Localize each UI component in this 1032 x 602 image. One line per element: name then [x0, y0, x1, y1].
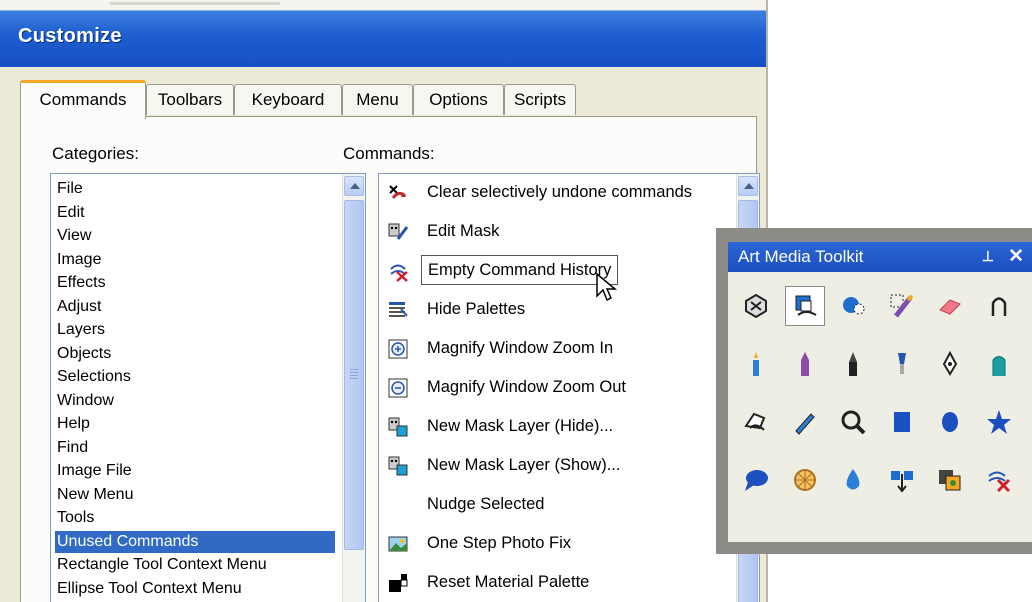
command-label: Edit Mask — [427, 222, 500, 240]
categories-label: Categories: — [52, 144, 139, 163]
tab-scripts[interactable]: Scripts — [504, 84, 576, 115]
color-fill-icon[interactable] — [833, 286, 873, 326]
pin-icon[interactable]: ⊥ — [982, 248, 994, 265]
picture-icon[interactable] — [930, 460, 970, 500]
command-item[interactable]: Magnify Window Zoom Out — [379, 371, 731, 403]
brush-icon[interactable] — [882, 344, 922, 384]
command-label: New Mask Layer (Show)... — [427, 456, 621, 474]
mouse-pointer-icon — [596, 272, 618, 302]
art-media-toolkit-palette: Art Media Toolkit ⊥ ✕ — [716, 228, 1032, 554]
rectangle-icon[interactable] — [882, 402, 922, 442]
hide-palettes-icon — [387, 299, 409, 321]
command-item[interactable]: Magnify Window Zoom In — [379, 332, 731, 364]
photo-fix-icon — [387, 533, 409, 555]
pen-nib-icon[interactable] — [930, 344, 970, 384]
command-item[interactable]: New Mask Layer (Show)... — [379, 449, 731, 481]
command-item[interactable]: Hide Palettes — [379, 293, 731, 325]
tab-toolbars[interactable]: Toolbars — [146, 84, 234, 115]
mixer-icon[interactable] — [784, 286, 825, 326]
category-item[interactable]: Objects — [55, 343, 335, 365]
marker-icon[interactable] — [979, 344, 1019, 384]
command-item[interactable]: Reset Material Palette — [379, 566, 731, 598]
dialog-title: Customize — [18, 25, 122, 47]
category-item[interactable]: Selections — [55, 366, 335, 388]
mask-layer-hide-icon — [387, 416, 409, 438]
category-item[interactable]: Tools — [55, 507, 335, 529]
command-item[interactable]: One Step Photo Fix — [379, 527, 731, 559]
command-label: One Step Photo Fix — [427, 534, 571, 552]
zoom-in-icon — [387, 338, 409, 360]
pattern-icon[interactable] — [785, 460, 825, 500]
category-item[interactable]: Window — [55, 390, 335, 412]
divider — [110, 2, 280, 5]
command-label: Hide Palettes — [427, 300, 526, 318]
category-item[interactable]: View — [55, 225, 335, 247]
categories-listbox[interactable]: File Edit View Image Effects Adjust Layers Obje… — [50, 173, 366, 602]
clear-undo-icon — [387, 182, 409, 204]
smudge-icon[interactable] — [882, 286, 922, 326]
category-item[interactable]: File — [55, 178, 335, 200]
category-item[interactable]: Image — [55, 249, 335, 271]
category-item[interactable]: Adjust — [55, 296, 335, 318]
scroll-thumb[interactable] — [344, 200, 364, 550]
empty-history-icon — [387, 260, 409, 282]
tab-menu[interactable]: Menu — [342, 84, 413, 115]
command-label: Nudge Selected — [427, 495, 545, 513]
mask-layer-show-icon — [387, 455, 409, 477]
crayon-icon[interactable] — [785, 344, 825, 384]
tab-options[interactable]: Options — [413, 84, 504, 115]
category-item[interactable]: Layers — [55, 319, 335, 341]
star-icon[interactable] — [979, 402, 1019, 442]
ellipse-icon[interactable] — [930, 402, 970, 442]
history-clear-icon[interactable] — [979, 460, 1019, 500]
command-label: Empty Command History — [421, 255, 619, 285]
category-item[interactable]: New Menu — [55, 484, 335, 506]
zoom-out-icon — [387, 377, 409, 399]
candle-icon[interactable] — [736, 344, 776, 384]
eraser-icon[interactable] — [930, 286, 970, 326]
scroll-up-arrow-icon[interactable] — [738, 176, 758, 196]
scroll-up-arrow-icon[interactable] — [344, 176, 364, 196]
chalk-icon[interactable] — [833, 344, 873, 384]
title-bar[interactable]: Customize — [0, 10, 766, 67]
customize-dialog: Customize Commands Toolbars Keyboard Menu Op… — [0, 0, 768, 602]
toolkit-title-bar[interactable]: Art Media Toolkit ⊥ ✕ — [728, 242, 1032, 272]
edit-mask-icon — [387, 221, 409, 243]
commands-listbox[interactable]: Clear selectively undone commands Edit Ma… — [378, 173, 760, 602]
command-label: New Mask Layer (Hide)... — [427, 417, 614, 435]
command-label: Clear selectively undone commands — [427, 183, 693, 201]
category-item[interactable]: Ellipse Tool Context Menu — [55, 578, 335, 600]
speech-icon[interactable] — [736, 460, 776, 500]
command-item[interactable]: Clear selectively undone commands — [379, 176, 731, 208]
object-picker-icon[interactable] — [736, 286, 776, 326]
reset-palette-icon — [387, 572, 409, 594]
close-icon[interactable]: ✕ — [1008, 245, 1024, 268]
pencil-icon[interactable] — [785, 402, 825, 442]
category-item[interactable]: Help — [55, 413, 335, 435]
category-item[interactable]: Rectangle Tool Context Menu — [55, 554, 335, 576]
command-item[interactable]: New Mask Layer (Hide)... — [379, 410, 731, 442]
command-label: Magnify Window Zoom In — [427, 339, 614, 357]
category-item[interactable]: Image File — [55, 460, 335, 482]
finger-icon[interactable] — [736, 402, 776, 442]
category-item[interactable]: Find — [55, 437, 335, 459]
magnify-icon[interactable] — [833, 402, 873, 442]
tab-commands[interactable]: Commands — [20, 80, 146, 119]
command-item[interactable]: Empty Command History — [379, 254, 731, 286]
category-item[interactable]: Edit — [55, 202, 335, 224]
tab-keyboard[interactable]: Keyboard — [234, 84, 342, 115]
palette-knife-icon[interactable] — [979, 286, 1019, 326]
command-item[interactable]: Edit Mask — [379, 215, 731, 247]
command-item[interactable]: Nudge Selected — [379, 488, 731, 520]
drop-icon[interactable] — [833, 460, 873, 500]
toolkit-title: Art Media Toolkit — [738, 247, 864, 266]
category-item[interactable]: Effects — [55, 272, 335, 294]
commands-label: Commands: — [343, 144, 435, 163]
window-top-edge — [0, 0, 766, 10]
categories-scrollbar[interactable] — [342, 174, 365, 602]
move-icon[interactable] — [882, 460, 922, 500]
command-label: Magnify Window Zoom Out — [427, 378, 626, 396]
category-item[interactable]: Unused Commands — [55, 530, 335, 553]
command-label: Reset Material Palette — [427, 573, 590, 591]
